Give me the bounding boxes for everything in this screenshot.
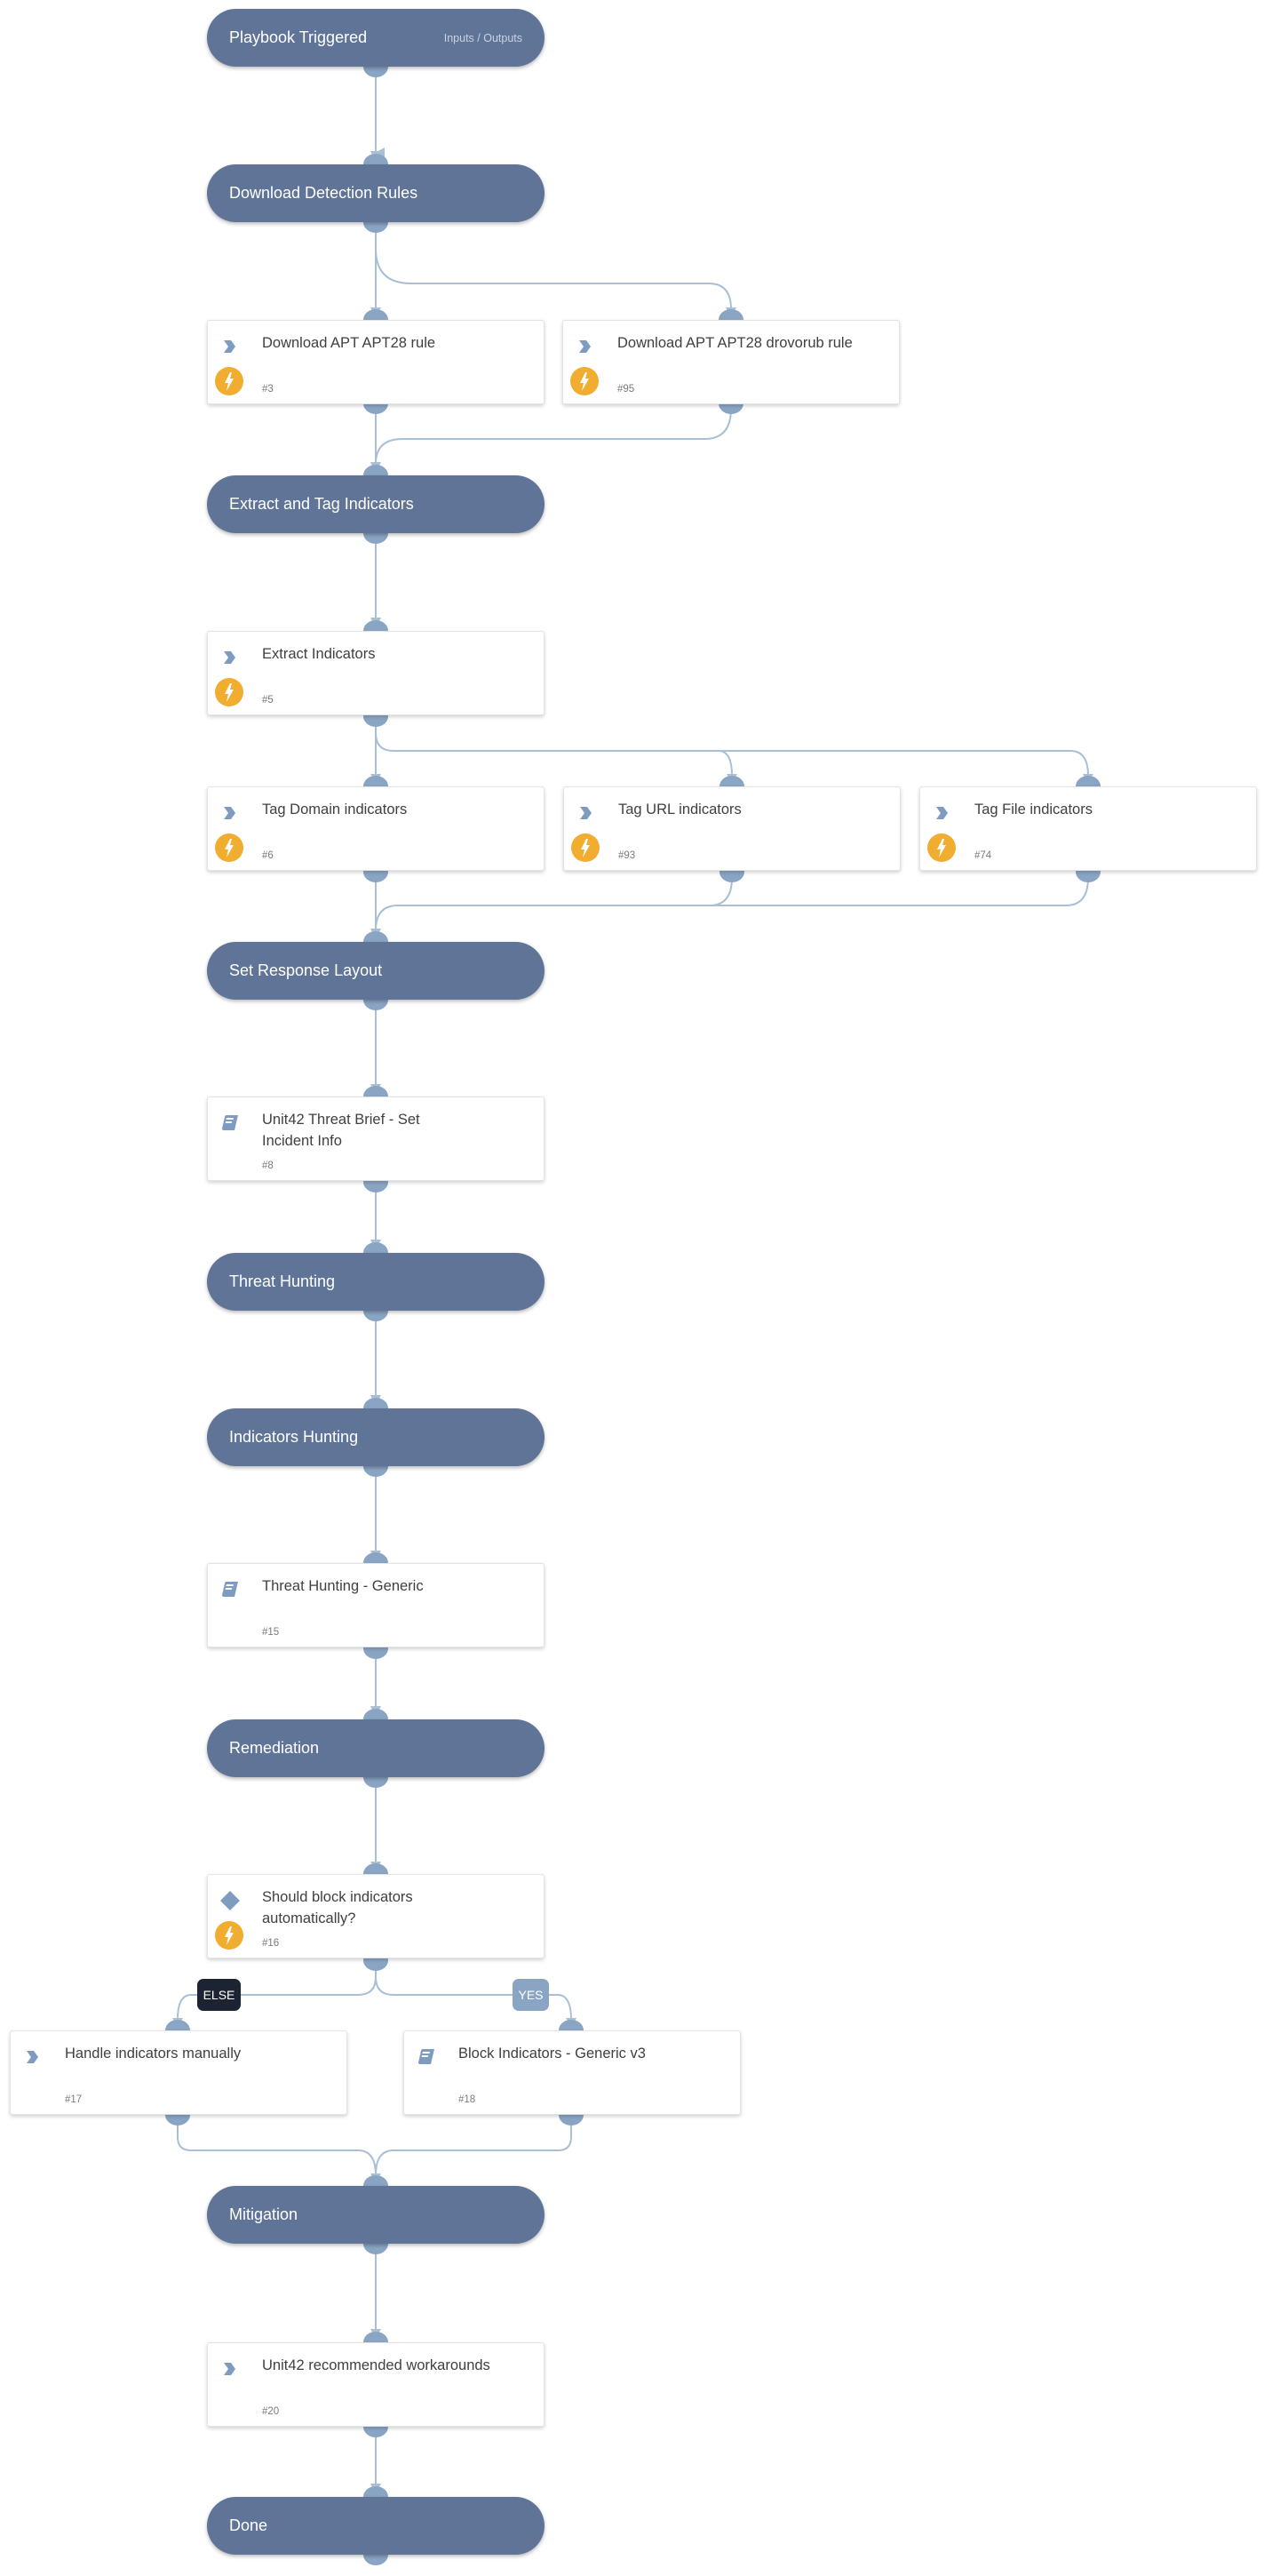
chevron-right-icon bbox=[936, 807, 948, 819]
section-indicators-hunting[interactable]: Indicators Hunting bbox=[207, 1408, 545, 1466]
task-id: #6 bbox=[262, 850, 274, 861]
edge-t74-to-response-layout bbox=[710, 877, 1089, 906]
section-title: Download Detection Rules bbox=[229, 184, 418, 202]
edge-t95-to-extract-tag bbox=[375, 408, 732, 465]
book-icon bbox=[222, 1115, 238, 1130]
branch-else-badge[interactable]: ELSE bbox=[197, 1979, 241, 2011]
task-name: Threat Hunting - Generic bbox=[262, 1578, 424, 1594]
section-download-detection-rules[interactable]: Download Detection Rules bbox=[207, 164, 545, 222]
section-title: Set Response Layout bbox=[229, 961, 383, 979]
task-tag-url-indicators[interactable]: Tag URL indicators #93 bbox=[563, 786, 901, 871]
task-name: Tag URL indicators bbox=[618, 802, 742, 817]
task-threat-hunting-generic[interactable]: Threat Hunting - Generic #15 bbox=[207, 1563, 545, 1647]
task-id: #15 bbox=[262, 1627, 280, 1638]
task-id: #95 bbox=[617, 384, 635, 395]
edge-t5-to-t74 bbox=[719, 750, 1089, 777]
task-name: Handle indicators manually bbox=[65, 2046, 242, 2062]
section-remediation[interactable]: Remediation bbox=[207, 1719, 545, 1777]
task-id: #5 bbox=[262, 695, 274, 706]
task-unit42-recommended-workarounds[interactable]: Unit42 recommended workarounds #20 bbox=[207, 2342, 545, 2427]
section-threat-hunting[interactable]: Threat Hunting bbox=[207, 1253, 545, 1311]
task-id: #74 bbox=[974, 850, 992, 861]
task-name: Unit42 Threat Brief - Set Incident Info bbox=[262, 1112, 420, 1149]
task-id: #3 bbox=[262, 384, 274, 395]
section-set-response-layout[interactable]: Set Response Layout bbox=[207, 942, 545, 1000]
chevron-right-icon bbox=[579, 340, 591, 353]
task-name: Block Indicators - Generic v3 bbox=[458, 2046, 646, 2062]
automation-icon bbox=[215, 833, 243, 862]
chevron-right-icon bbox=[224, 651, 235, 664]
automation-icon bbox=[571, 833, 600, 862]
task-name: Extract Indicators bbox=[262, 646, 376, 662]
section-title: Remediation bbox=[229, 1739, 320, 1757]
section-extract-and-tag-indicators[interactable]: Extract and Tag Indicators bbox=[207, 475, 545, 533]
book-icon bbox=[418, 2049, 434, 2064]
task-id: #93 bbox=[618, 850, 636, 861]
section-title: Mitigation bbox=[229, 2205, 298, 2223]
chevron-right-icon bbox=[224, 340, 235, 353]
task-name: Tag File indicators bbox=[974, 802, 1093, 817]
automation-icon bbox=[927, 833, 956, 862]
task-id: #16 bbox=[262, 1938, 280, 1949]
edge-t93-to-response-layout bbox=[375, 877, 733, 931]
task-id: #18 bbox=[458, 2094, 476, 2105]
section-title: Extract and Tag Indicators bbox=[229, 495, 414, 513]
task-id: #20 bbox=[262, 2406, 280, 2417]
edge-t5-to-t93 bbox=[375, 732, 733, 777]
task-id: #8 bbox=[262, 1160, 274, 1171]
task-should-block-indicators[interactable]: Should block indicators automatically? #… bbox=[207, 1874, 545, 1958]
task-tag-domain-indicators[interactable]: Tag Domain indicators #6 bbox=[207, 786, 545, 871]
task-name: Download APT APT28 drovorub rule bbox=[617, 335, 853, 351]
section-title: Indicators Hunting bbox=[229, 1428, 359, 1446]
section-title: Threat Hunting bbox=[229, 1272, 336, 1290]
book-icon bbox=[222, 1582, 238, 1597]
edge-download-rules-to-t95 bbox=[375, 248, 732, 310]
task-name: Download APT APT28 rule bbox=[262, 335, 436, 351]
automation-icon bbox=[215, 1921, 243, 1950]
chevron-right-icon bbox=[27, 2051, 38, 2063]
automation-icon bbox=[215, 367, 243, 395]
automation-icon bbox=[215, 678, 243, 706]
task-unit42-threat-brief[interactable]: Unit42 Threat Brief - Set Incident Info … bbox=[207, 1097, 545, 1181]
task-block-indicators-generic-v3[interactable]: Block Indicators - Generic v3 #18 bbox=[403, 2030, 741, 2115]
chevron-right-icon bbox=[224, 2363, 235, 2375]
section-title: Playbook Triggered bbox=[229, 28, 368, 46]
task-tag-file-indicators[interactable]: Tag File indicators #74 bbox=[919, 786, 1257, 871]
edge-t17-to-mitigation bbox=[177, 2121, 377, 2176]
playbook-canvas[interactable]: Playbook Triggered Inputs / Outputs Down… bbox=[0, 0, 1264, 2576]
task-download-apt28-drovorub-rule[interactable]: Download APT APT28 drovorub rule #95 bbox=[562, 320, 900, 404]
task-extract-indicators[interactable]: Extract Indicators #5 bbox=[207, 631, 545, 715]
edge-t18-to-mitigation bbox=[375, 2121, 572, 2176]
section-title: Done bbox=[229, 2516, 268, 2534]
branch-yes-badge[interactable]: YES bbox=[513, 1979, 549, 2011]
inputs-outputs-link[interactable]: Inputs / Outputs bbox=[444, 32, 522, 44]
task-download-apt28-rule[interactable]: Download APT APT28 rule #3 bbox=[207, 320, 545, 404]
automation-icon bbox=[570, 367, 599, 395]
task-id: #17 bbox=[65, 2094, 83, 2105]
section-mitigation[interactable]: Mitigation bbox=[207, 2186, 545, 2244]
task-handle-indicators-manually[interactable]: Handle indicators manually #17 bbox=[10, 2030, 347, 2115]
task-name: Should block indicators automatically? bbox=[262, 1889, 413, 1926]
chevron-right-icon bbox=[224, 807, 235, 819]
task-name: Unit42 recommended workarounds bbox=[262, 2357, 490, 2373]
section-playbook-triggered[interactable]: Playbook Triggered Inputs / Outputs bbox=[207, 9, 545, 67]
task-name: Tag Domain indicators bbox=[262, 802, 408, 817]
section-done[interactable]: Done bbox=[207, 2497, 545, 2555]
diamond-condition-icon bbox=[220, 1891, 240, 1910]
chevron-right-icon bbox=[580, 807, 592, 819]
